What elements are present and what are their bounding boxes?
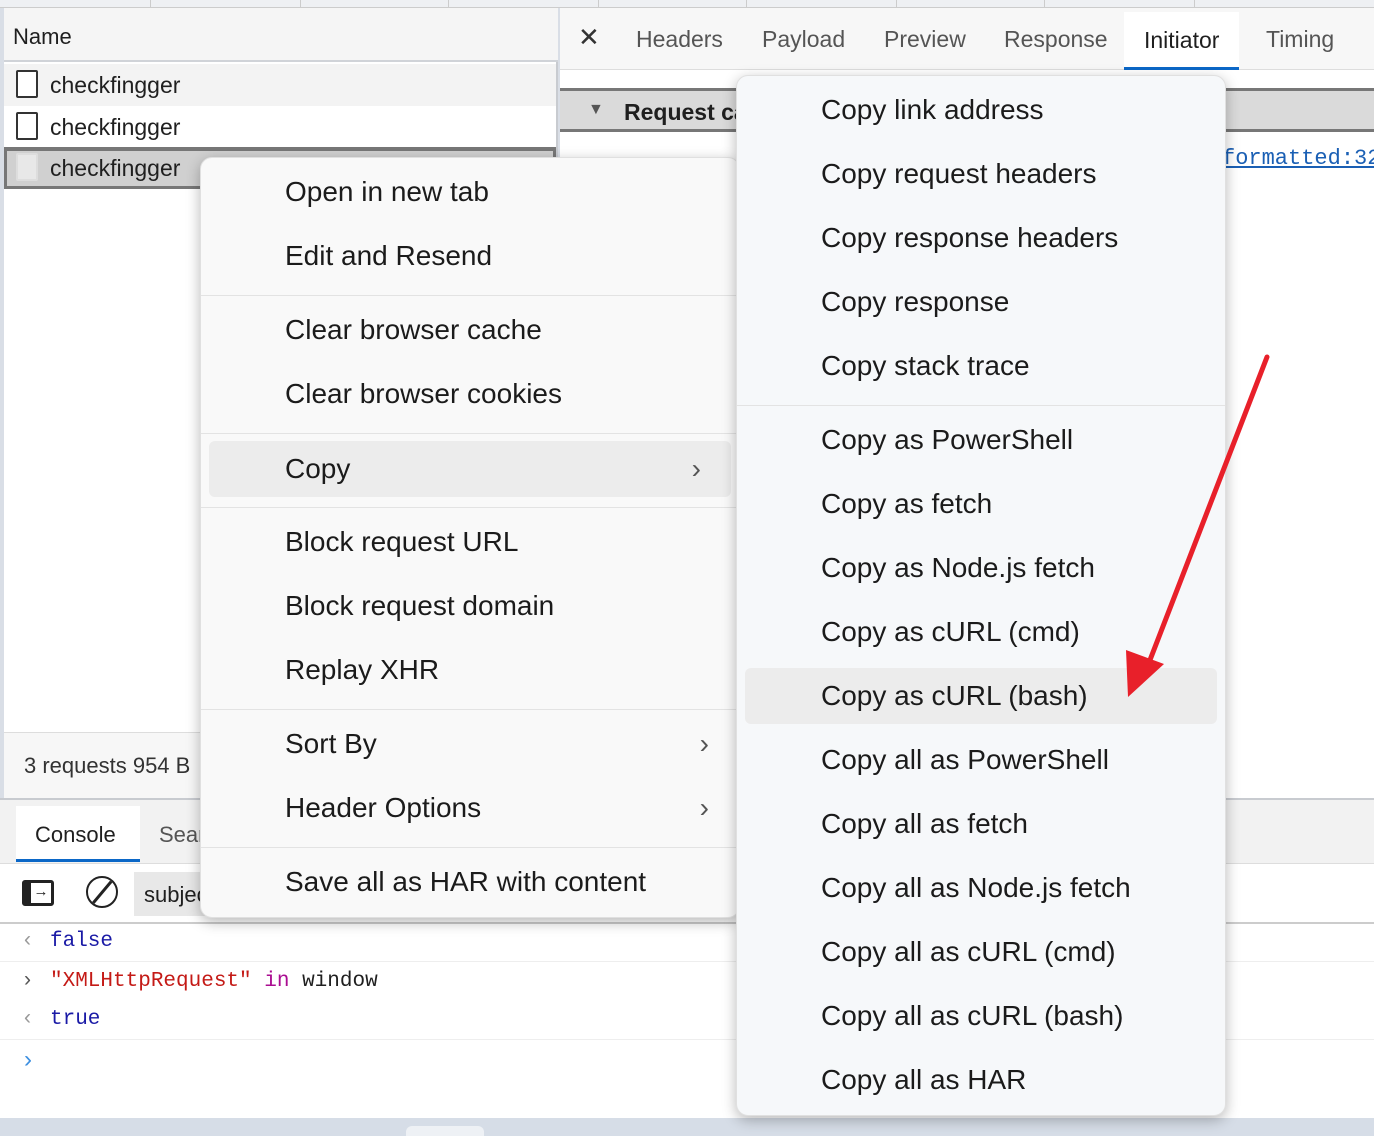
red-arrow-annotation [1126, 354, 1270, 697]
